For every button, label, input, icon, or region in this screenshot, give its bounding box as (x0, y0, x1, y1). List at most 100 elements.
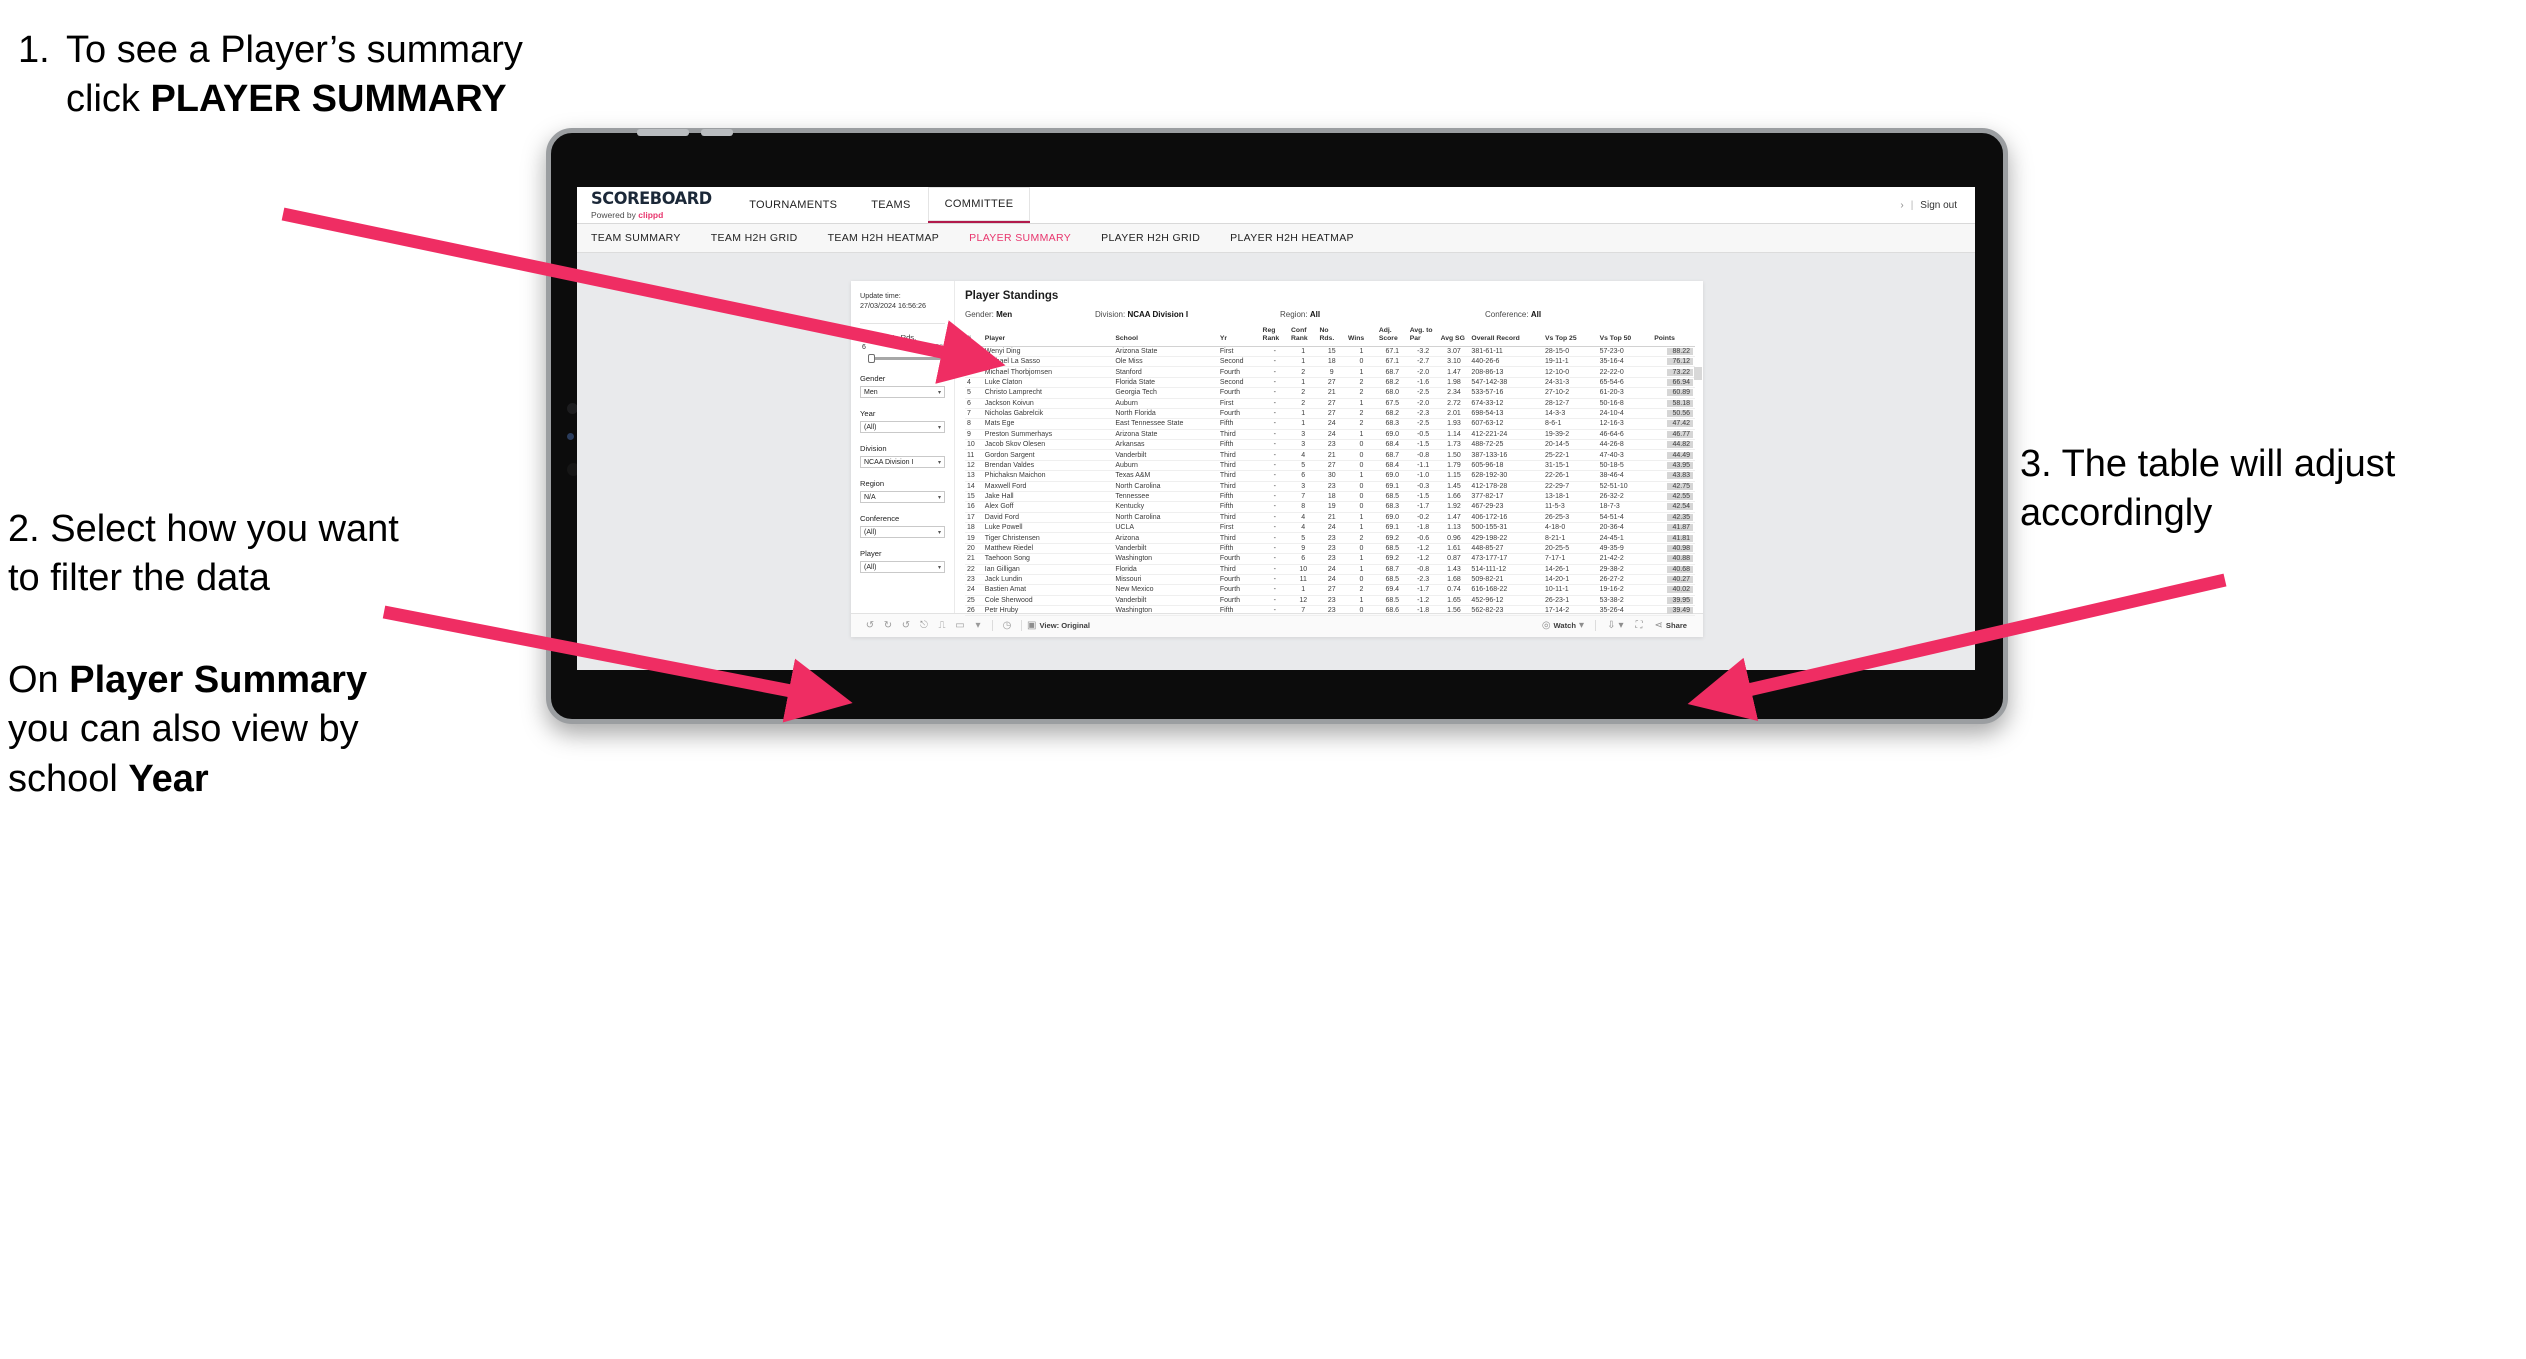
col-points[interactable]: Points (1652, 327, 1695, 347)
nav-item-committee[interactable]: COMMITTEE (927, 187, 1031, 223)
brand-subtitle: Powered by clippd (591, 210, 718, 220)
table-cell: -2.0 (1407, 366, 1439, 378)
filter-conference-select[interactable]: (All) ▾ (860, 526, 945, 539)
chevron-down-icon: ▾ (1579, 620, 1585, 631)
tab-team-summary[interactable]: TEAM SUMMARY (591, 232, 697, 244)
table-row[interactable]: 19 Tiger Christensen Arizona Third -5 23 2 69.2… (965, 532, 1695, 544)
share-button[interactable]: ⋖ Share (1655, 620, 1688, 631)
table-row[interactable]: 18 Luke Powell UCLA First -4 24 1 69.1 -1.8 1.13 5… (965, 522, 1695, 534)
table-row[interactable]: 24 Bastien Amat New Mexico Fourth -1 27 2 69.4-… (965, 584, 1695, 596)
filter-year-select[interactable]: (All) ▾ (860, 421, 945, 434)
table-row[interactable]: 23 Jack Lundin Missouri Fourth -11 24 0 68.5 -2.… (965, 574, 1695, 586)
table-row[interactable]: 13 Phichaksn Maichon Texas A&M Third -6 30 1 69… (965, 470, 1695, 482)
table-cell: 27-10-2 (1543, 387, 1598, 399)
sign-out-link[interactable]: Sign out (1920, 200, 1957, 211)
table-row[interactable]: 26 Petr Hruby Washington Fifth -7 23 0 68.6 -1.8… (965, 605, 1695, 617)
table-row[interactable]: 4 Luke Claton Florida State Second -1 27 2 68.2… (965, 377, 1695, 389)
col-vs-top-50[interactable]: Vs Top 50 (1597, 327, 1653, 347)
toolbar-divider-2 (1021, 620, 1022, 631)
workbook-card: Update time: 27/03/2024 16:56:26 No Rds.… (851, 281, 1703, 637)
revert-icon[interactable]: ↺ (897, 620, 915, 631)
table-row[interactable]: 22 Ian Gilligan Florida Third -10 24 1 68.7 -0.8… (965, 564, 1695, 575)
table-cell: 44.82 (1652, 439, 1695, 451)
table-row[interactable]: 9 Preston Summerhays Arizona State Third -3 2… (965, 429, 1695, 441)
col-conf-rank[interactable]: Conf Rank (1289, 327, 1318, 347)
nav-item-teams[interactable]: TEAMS (854, 187, 927, 223)
table-cell: Fourth (1217, 408, 1261, 420)
refresh-icon[interactable]: ⎋ (915, 620, 933, 631)
table-row[interactable]: 14 Maxwell Ford North Carolina Third -3 23 0 69… (965, 481, 1695, 492)
download-button[interactable]: ⇩ ▾ (1607, 620, 1623, 631)
points-value: 60.89 (1667, 389, 1693, 397)
watch-button[interactable]: ◎ Watch ▾ (1542, 620, 1584, 631)
table-cell: - (1260, 564, 1290, 575)
table-cell: 452-96-12 (1469, 595, 1543, 607)
col-yr[interactable]: Yr (1217, 327, 1261, 347)
table-cell: 22 (965, 564, 983, 575)
table-cell: -0.6 (1407, 532, 1439, 544)
table-cell: -0.2 (1407, 512, 1439, 524)
table-row[interactable]: 6 Jackson Koivun Auburn First -2 27 1 67.5 -2.0 2… (965, 398, 1695, 409)
col-avg-to-par[interactable]: Avg. to Par (1407, 327, 1439, 347)
table-cell: 1.50 (1438, 449, 1470, 461)
table-row[interactable]: 17 David Ford North Carolina Third -4 21 1 69.0… (965, 512, 1695, 524)
slider-handle[interactable] (868, 354, 875, 364)
filter-player-select[interactable]: (All) ▾ (860, 561, 945, 574)
table-row[interactable]: 25 Cole Sherwood Vanderbilt Fourth -12 23 1 68.… (965, 595, 1695, 607)
col-overall-record[interactable]: Overall Record (1469, 327, 1543, 347)
table-row[interactable]: 20 Matthew Riedel Vanderbilt Fifth -9 23 0 68.5… (965, 543, 1695, 555)
table-cell: -1.2 (1407, 595, 1439, 607)
table-cell: - (1260, 387, 1290, 399)
table-row[interactable]: 1 Wenyi Ding Arizona State First -1 15 1 67.1 -3… (965, 346, 1695, 358)
filter-region-select[interactable]: N/A ▾ (860, 491, 945, 504)
undo-icon[interactable]: ↺ (861, 620, 879, 631)
filter-gender-select[interactable]: Men ▾ (860, 386, 945, 399)
tab-player-summary[interactable]: PLAYER SUMMARY (969, 232, 1087, 244)
tab-player-h2h-grid[interactable]: PLAYER H2H GRID (1101, 232, 1216, 244)
col-school[interactable]: School (1113, 327, 1218, 347)
table-row[interactable]: 12 Brendan Valdes Auburn Third -5 27 0 68.4 -1.1… (965, 460, 1695, 472)
col-wins[interactable]: Wins (1345, 327, 1377, 347)
table-row[interactable]: 5 Christo Lamprecht Georgia Tech Fourth -2 21… (965, 387, 1695, 399)
table-row[interactable]: 8 Mats Ege East Tennessee State Fifth -1 24 2 6… (965, 418, 1695, 430)
col-no-rds[interactable]: No Rds. (1317, 327, 1346, 347)
col-vs-top-25[interactable]: Vs Top 25 (1543, 327, 1598, 347)
filter-division-select[interactable]: NCAA Division I ▾ (860, 456, 945, 469)
table-cell: 12 (965, 460, 983, 472)
table-cell: 43.83 (1652, 470, 1695, 482)
vertical-scrollbar[interactable] (1694, 367, 1702, 380)
col-avg-sg[interactable]: Avg SG (1438, 327, 1470, 347)
col-rank[interactable]: # (965, 327, 983, 347)
table-cell: Fourth (1217, 584, 1261, 596)
tablet-bezel: SCOREBOARD Powered by clippd TOURNAMENTS… (546, 128, 2008, 724)
fullscreen-button[interactable]: ⛶ (1636, 620, 1643, 631)
tab-team-h2h-grid[interactable]: TEAM H2H GRID (711, 232, 814, 244)
table-row[interactable]: 11 Gordon Sargent Vanderbilt Third -4 21 0 68.7… (965, 449, 1695, 461)
clock-icon[interactable]: ◷ (998, 620, 1016, 631)
table-cell: 69.1 (1376, 522, 1408, 534)
table-row[interactable]: 3 Michael Thorbjornsen Stanford Fourth -2 9 1 6… (965, 366, 1695, 378)
table-cell: 68.2 (1376, 408, 1408, 420)
table-row[interactable]: 15 Jake Hall Tennessee Fifth -7 18 0 68.5 -1.5 1.… (965, 491, 1695, 503)
col-player[interactable]: Player (982, 327, 1114, 347)
filter-conference-label: Conference (860, 514, 900, 524)
update-time-value: 27/03/2024 16:56:26 (860, 300, 926, 310)
tab-team-h2h-heatmap[interactable]: TEAM H2H HEATMAP (828, 232, 956, 244)
table-cell: 39.95 (1652, 595, 1695, 607)
pause-icon[interactable]: ⎍ (933, 620, 951, 631)
table-row[interactable]: 21 Taehoon Song Washington Fourth -6 23 1 69.2-… (965, 553, 1695, 565)
redo-icon[interactable]: ↻ (879, 620, 897, 631)
view-original-button[interactable]: ▣ View: Original (1027, 620, 1090, 631)
chevron-right-icon[interactable]: › (1900, 200, 1903, 211)
col-adj-score[interactable]: Adj. Score (1376, 327, 1408, 347)
chevron-down-icon[interactable]: ▾ (969, 620, 987, 631)
no-rounds-slider[interactable] (862, 353, 943, 364)
table-row[interactable]: 10 Jacob Skov Olesen Arkansas Fifth -3 23 0 68.… (965, 439, 1695, 451)
col-reg-rank[interactable]: Reg Rank (1260, 327, 1290, 347)
table-row[interactable]: 16 Alex Goff Kentucky Fifth -8 19 0 68.3 -1.7 1.9… (965, 501, 1695, 513)
rectangle-select-icon[interactable]: ▭ (951, 620, 969, 631)
table-row[interactable]: 2 Michael La Sasso Ole Miss Second -1 18 0 67.1… (965, 356, 1695, 368)
nav-item-tournaments[interactable]: TOURNAMENTS (732, 187, 854, 223)
tab-player-h2h-heatmap[interactable]: PLAYER H2H HEATMAP (1230, 232, 1370, 244)
table-row[interactable]: 7 Nicholas Gabrelcik North Florida Fourth -1… (965, 408, 1695, 420)
